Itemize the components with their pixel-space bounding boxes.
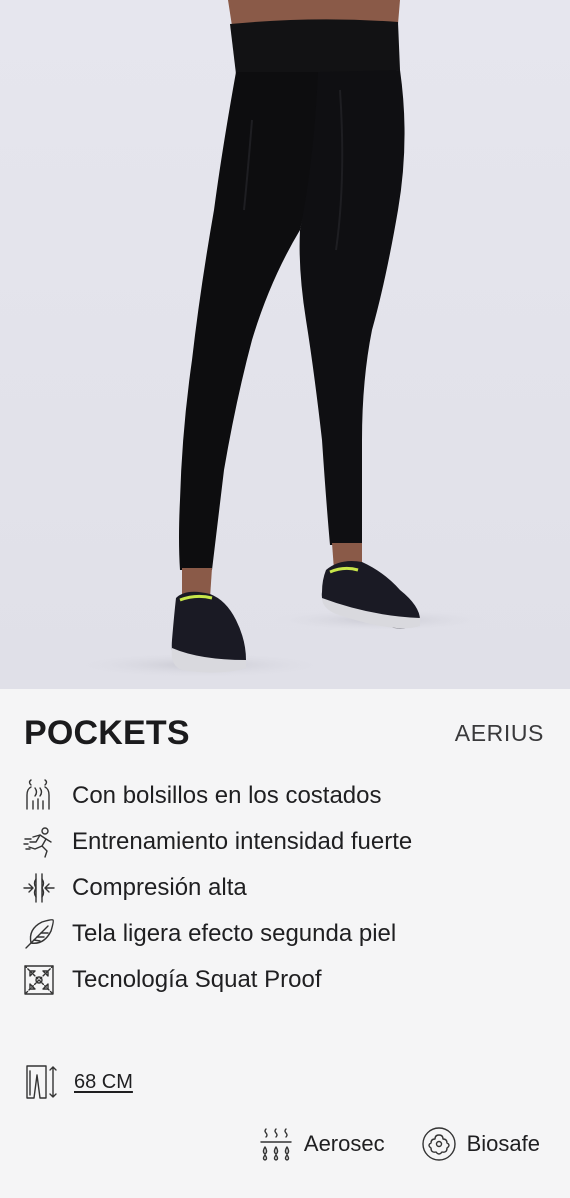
feature-item: Tela ligera efecto segunda piel <box>22 911 542 957</box>
feather-icon <box>22 917 56 951</box>
product-info: POCKETS AERIUS Con bolsillos en los cost… <box>0 689 570 1198</box>
leggings-illustration <box>0 0 570 689</box>
feature-list: Con bolsillos en los costados Entrenamie… <box>22 773 542 1003</box>
product-name: POCKETS <box>24 713 190 752</box>
feature-item: Tecnología Squat Proof <box>22 957 542 1003</box>
aerosec-icon <box>258 1126 294 1162</box>
technology-aerosec: Aerosec <box>258 1126 385 1162</box>
product-photo[interactable] <box>0 0 570 689</box>
leg-length[interactable]: 68 CM <box>24 1063 133 1101</box>
technology-label: Biosafe <box>466 1131 540 1156</box>
feature-label: Compresión alta <box>72 874 247 901</box>
feature-label: Entrenamiento intensidad fuerte <box>72 828 413 855</box>
feature-item: Entrenamiento intensidad fuerte <box>22 819 542 865</box>
runner-icon <box>22 825 56 859</box>
leg-length-icon <box>24 1063 58 1101</box>
squat-proof-icon <box>22 963 56 997</box>
feature-label: Con bolsillos en los costados <box>72 782 382 809</box>
biosafe-icon <box>421 1126 457 1162</box>
technology-label: Aerosec <box>303 1131 385 1156</box>
feature-item: Con bolsillos en los costados <box>22 773 542 819</box>
technology-list: Aerosec Biosafe <box>222 1126 540 1162</box>
brand-name: AERIUS <box>454 719 544 746</box>
compression-icon <box>22 871 56 905</box>
technology-biosafe: Biosafe <box>421 1126 540 1162</box>
leg-length-link[interactable]: 68 CM <box>74 1071 133 1094</box>
feature-label: Tecnología Squat Proof <box>72 966 322 993</box>
feature-label: Tela ligera efecto segunda piel <box>72 920 397 947</box>
feature-item: Compresión alta <box>22 865 542 911</box>
title-row: POCKETS AERIUS <box>24 711 544 755</box>
pockets-icon <box>22 779 56 813</box>
product-card[interactable]: POCKETS AERIUS Con bolsillos en los cost… <box>0 0 570 1198</box>
